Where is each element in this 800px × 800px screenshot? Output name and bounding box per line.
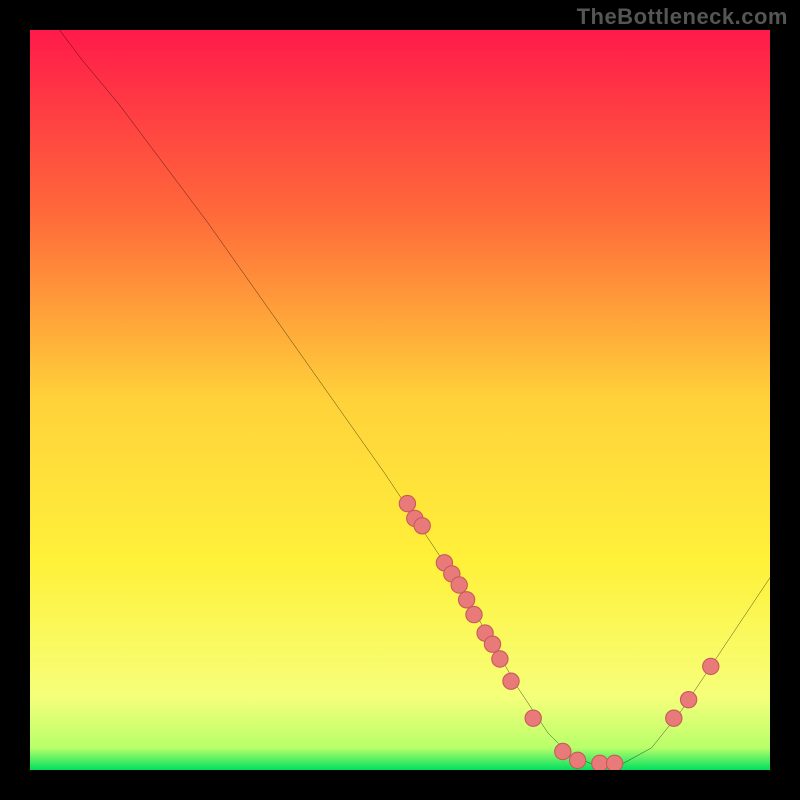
data-dot bbox=[569, 752, 585, 768]
data-dot bbox=[484, 636, 500, 652]
data-dot bbox=[525, 710, 541, 726]
watermark-text: TheBottleneck.com bbox=[577, 4, 788, 30]
data-dot bbox=[606, 755, 622, 770]
chart-frame bbox=[30, 30, 770, 770]
data-dot bbox=[492, 651, 508, 667]
data-dot bbox=[458, 592, 474, 608]
data-dot bbox=[451, 577, 467, 593]
data-dot bbox=[592, 755, 608, 770]
data-dot bbox=[503, 673, 519, 689]
data-dot bbox=[555, 743, 571, 759]
data-dot bbox=[414, 518, 430, 534]
data-dot bbox=[399, 495, 415, 511]
data-dot bbox=[703, 658, 719, 674]
gradient-bg bbox=[30, 30, 770, 770]
chart-svg bbox=[30, 30, 770, 770]
data-dot bbox=[666, 710, 682, 726]
data-dot bbox=[680, 692, 696, 708]
data-dot bbox=[466, 606, 482, 622]
